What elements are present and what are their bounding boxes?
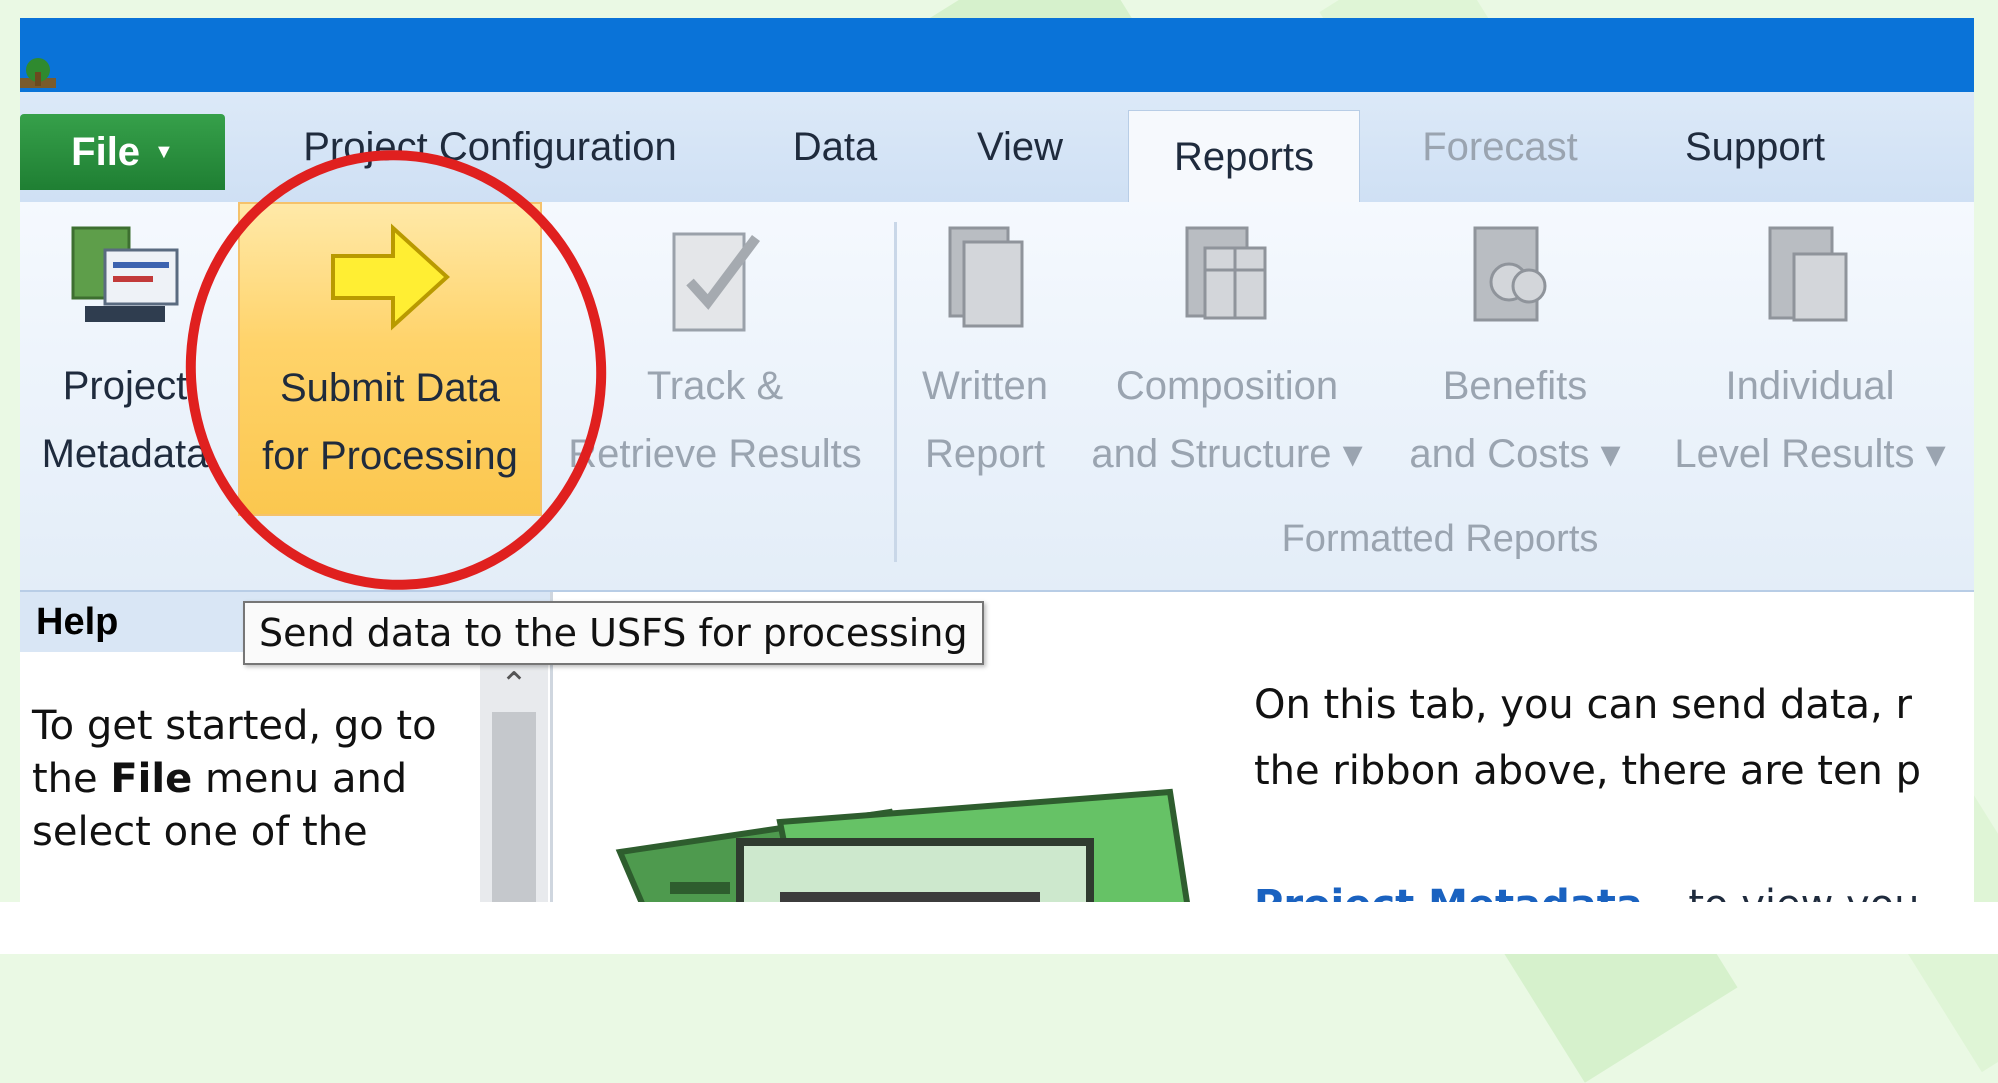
tab-view-label: View [977, 124, 1063, 169]
label-line: Written [922, 364, 1048, 408]
benefits-label: Benefits and Costs ▾ [1400, 352, 1630, 488]
label-line: Individual [1725, 364, 1895, 408]
tab-file[interactable]: File ▼ [20, 114, 225, 190]
submit-data-tooltip: Send data to the USFS for processing [243, 601, 984, 665]
document-icon [948, 226, 1024, 328]
tree-app-icon[interactable] [20, 58, 60, 88]
label-line: Submit Data [279, 366, 501, 410]
tab-reports[interactable]: Reports [1128, 110, 1360, 204]
app-window: File ▼ Project Configuration Data View R… [20, 18, 1974, 902]
label-line: for Processing [262, 434, 518, 478]
tab-data-label: Data [792, 124, 878, 169]
bottom-band [0, 902, 1998, 954]
label-line: Track & [646, 364, 784, 408]
chevron-down-icon: ▼ [154, 140, 174, 163]
project-metadata-link[interactable]: Project Metadata [1254, 882, 1643, 902]
composition-button: Composition and Structure ▾ [1082, 202, 1372, 512]
ribbon-panel: Project Metadata Submit Data for Process… [20, 202, 1974, 592]
label-line: Benefits [1442, 364, 1588, 408]
composition-label: Composition and Structure ▾ [1082, 352, 1372, 488]
label-line: Level Results ▾ [1674, 432, 1946, 476]
tab-support[interactable]: Support [1660, 92, 1850, 202]
tab-reports-label: Reports [1173, 135, 1315, 179]
tab-data[interactable]: Data [760, 92, 910, 202]
help-text: To get started, go to the File menu and … [32, 700, 472, 859]
written-report-button: Written Report [910, 202, 1060, 512]
label-line: and Costs ▾ [1409, 432, 1621, 476]
label-line: Project [62, 364, 188, 408]
tab-file-label: File [71, 129, 141, 174]
intro-line: the ribbon above, there are ten p [1254, 748, 1922, 794]
ribbon-group-label: Formatted Reports [1281, 518, 1599, 560]
individual-results-button: Individual Level Results ▾ [1660, 202, 1960, 512]
cards-illustration [615, 788, 1190, 902]
arrow-right-icon [331, 223, 450, 331]
tab-project-configuration[interactable]: Project Configuration [260, 92, 720, 202]
benefits-button: Benefits and Costs ▾ [1400, 202, 1630, 512]
project-metadata-description: Project Metadata – to view you [1254, 882, 1920, 902]
track-retrieve-label: Track & Retrieve Results [550, 352, 880, 488]
intro-text: On this tab, you can send data, r the ri… [1254, 672, 1974, 804]
label-line: Report [924, 432, 1046, 476]
project-metadata-button[interactable]: Project Metadata [30, 202, 220, 512]
scroll-thumb[interactable] [492, 712, 536, 902]
tab-forecast: Forecast [1390, 92, 1610, 202]
scroll-up-icon[interactable]: ⌃ [480, 660, 548, 710]
label-line: and Structure ▾ [1091, 432, 1363, 476]
cloud-document-icon [1473, 226, 1547, 322]
written-report-label: Written Report [910, 352, 1060, 488]
metadata-icon [71, 226, 179, 322]
intro-line: On this tab, you can send data, r [1254, 682, 1912, 728]
tab-view[interactable]: View [950, 92, 1090, 202]
document-stack-icon [1768, 226, 1848, 322]
help-scrollbar[interactable]: ⌃ [480, 660, 548, 902]
project-metadata-label: Project Metadata [30, 352, 220, 488]
label-line: Metadata [41, 432, 209, 476]
table-document-icon [1185, 226, 1267, 320]
checklist-icon [672, 232, 760, 332]
ribbon-tabs: File ▼ Project Configuration Data View R… [20, 92, 1974, 204]
tab-support-label: Support [1684, 124, 1826, 169]
submit-data-button[interactable]: Submit Data for Processing [238, 202, 542, 516]
individual-results-label: Individual Level Results ▾ [1660, 352, 1960, 488]
tab-project-configuration-label: Project Configuration [303, 124, 677, 169]
tab-forecast-label: Forecast [1422, 124, 1578, 169]
track-retrieve-button: Track & Retrieve Results [550, 202, 880, 512]
title-bar [20, 18, 1974, 92]
ribbon-divider [894, 222, 897, 562]
help-text-bold: File [110, 756, 193, 802]
label-line: Composition [1115, 364, 1339, 408]
label-line: Retrieve Results [568, 432, 862, 476]
link-description: – to view you [1643, 882, 1920, 902]
submit-data-label: Submit Data for Processing [240, 354, 540, 490]
